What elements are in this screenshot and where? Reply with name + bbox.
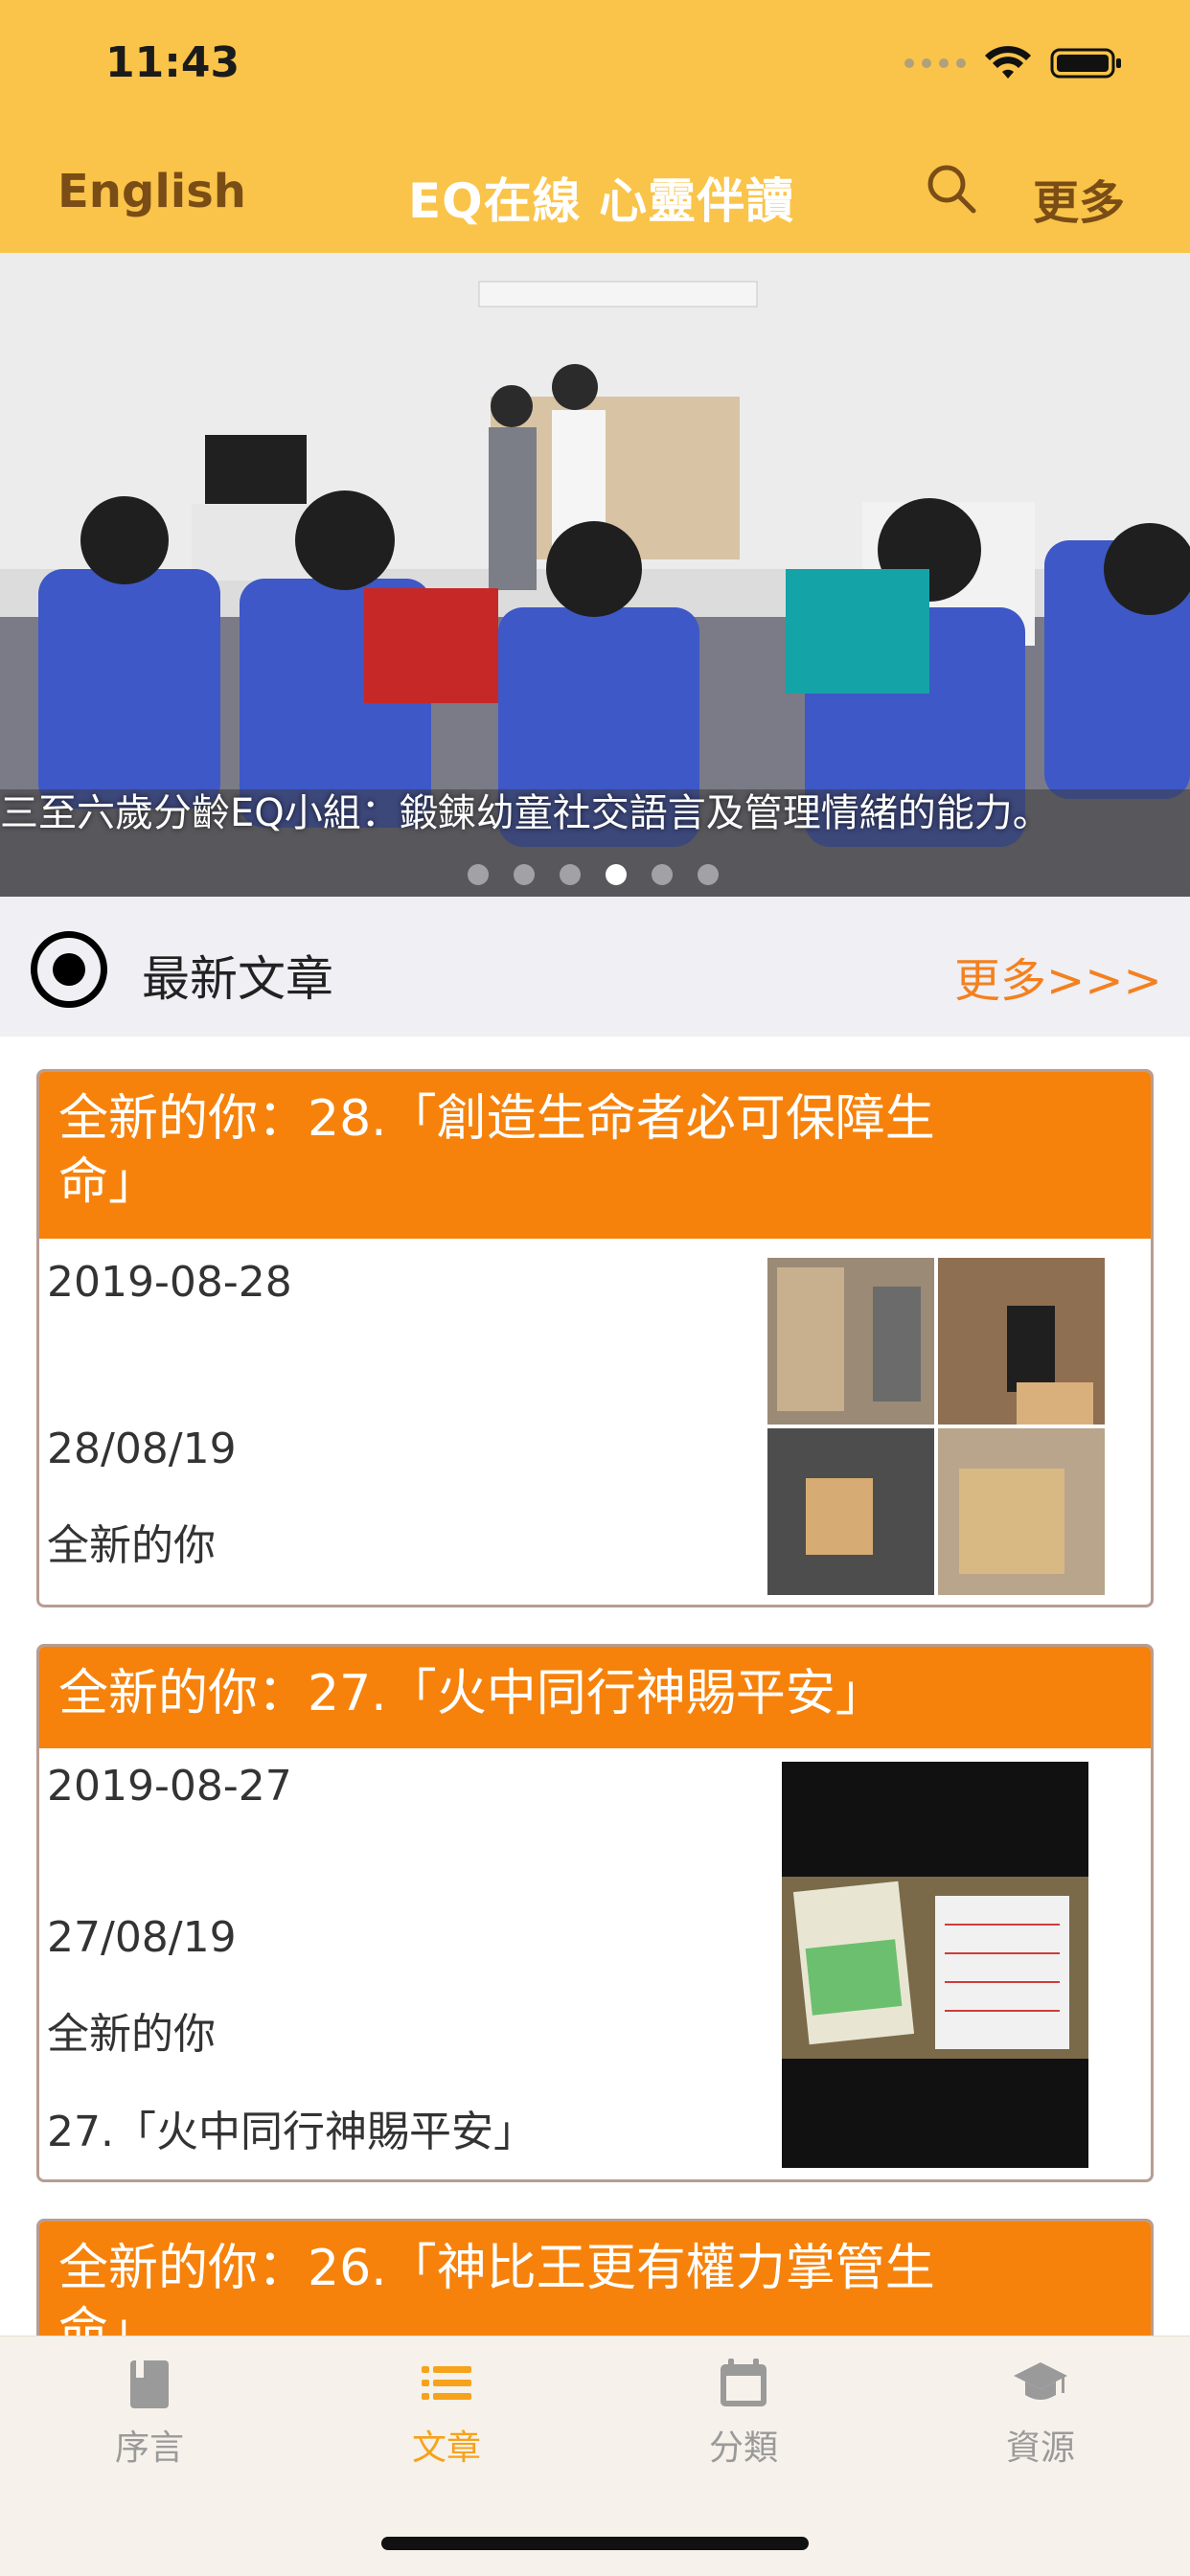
calendar-icon [721,2359,767,2406]
article-title[interactable]: 全新的你：27.「火中同行神賜平安」 [39,1647,1151,1748]
article-category: 全新的你 [47,1521,216,1570]
article-date-long: 2019-08-28 [47,1258,292,1307]
page-dot[interactable] [560,864,581,885]
book-icon [130,2360,169,2408]
article-title[interactable]: 全新的你：28.「創造生命者必可保障生命」 [39,1072,1151,1239]
home-indicator[interactable] [381,2537,809,2550]
hero-caption: 三至六歲分齡EQ小組：鍛鍊幼童社交語言及管理情緒的能力。 [0,791,1051,835]
battery-icon [1050,48,1121,79]
page-dot[interactable] [468,864,489,885]
page-dot[interactable] [698,864,719,885]
page-dot[interactable] [514,864,535,885]
search-icon[interactable] [926,163,977,215]
article-card[interactable]: 全新的你：28.「創造生命者必可保障生命」 2019-08-28 28/08/1… [36,1069,1154,1607]
article-date-short: 28/08/19 [47,1425,237,1473]
section-radio-icon [31,931,107,1008]
section-title: 最新文章 [142,951,333,1007]
article-card[interactable]: 全新的你：27.「火中同行神賜平安」 2019-08-27 27/08/19 全… [36,1644,1154,2182]
list-icon [422,2366,471,2400]
status-time: 11:43 [105,38,240,87]
status-icons [904,46,1123,80]
graduation-cap-icon [1014,2362,1067,2400]
tab-articles[interactable]: 文章 [351,2355,542,2470]
tab-label: 分類 [708,2428,778,2468]
more-articles-link[interactable]: 更多>>> [954,943,1162,1010]
article-date-short: 27/08/19 [47,1913,237,1962]
tab-categories[interactable]: 分類 [648,2355,839,2470]
tab-preface[interactable]: 序言 [54,2355,245,2470]
signal-dots-icon [904,58,966,68]
tab-label: 文章 [411,2428,481,2468]
wifi-icon [985,46,1031,79]
more-menu-button[interactable]: 更多 [1033,165,1125,232]
article-thumbnail[interactable] [782,1762,1088,2168]
page-dot[interactable] [652,864,673,885]
carousel-page-indicator[interactable] [468,864,719,885]
tab-label: 序言 [114,2428,184,2468]
app-title: EQ在線 心靈伴讀 [408,173,795,229]
article-thumbnail[interactable] [767,1258,1105,1595]
article-category: 全新的你 [47,2010,216,2059]
page-dot-active[interactable] [606,864,627,885]
tab-resources[interactable]: 資源 [945,2355,1136,2470]
article-date-long: 2019-08-27 [47,1762,292,1811]
english-language-button[interactable]: English [57,165,246,218]
tab-label: 資源 [1005,2428,1075,2468]
article-subtitle: 27.「火中同行神賜平安」 [47,2108,536,2156]
